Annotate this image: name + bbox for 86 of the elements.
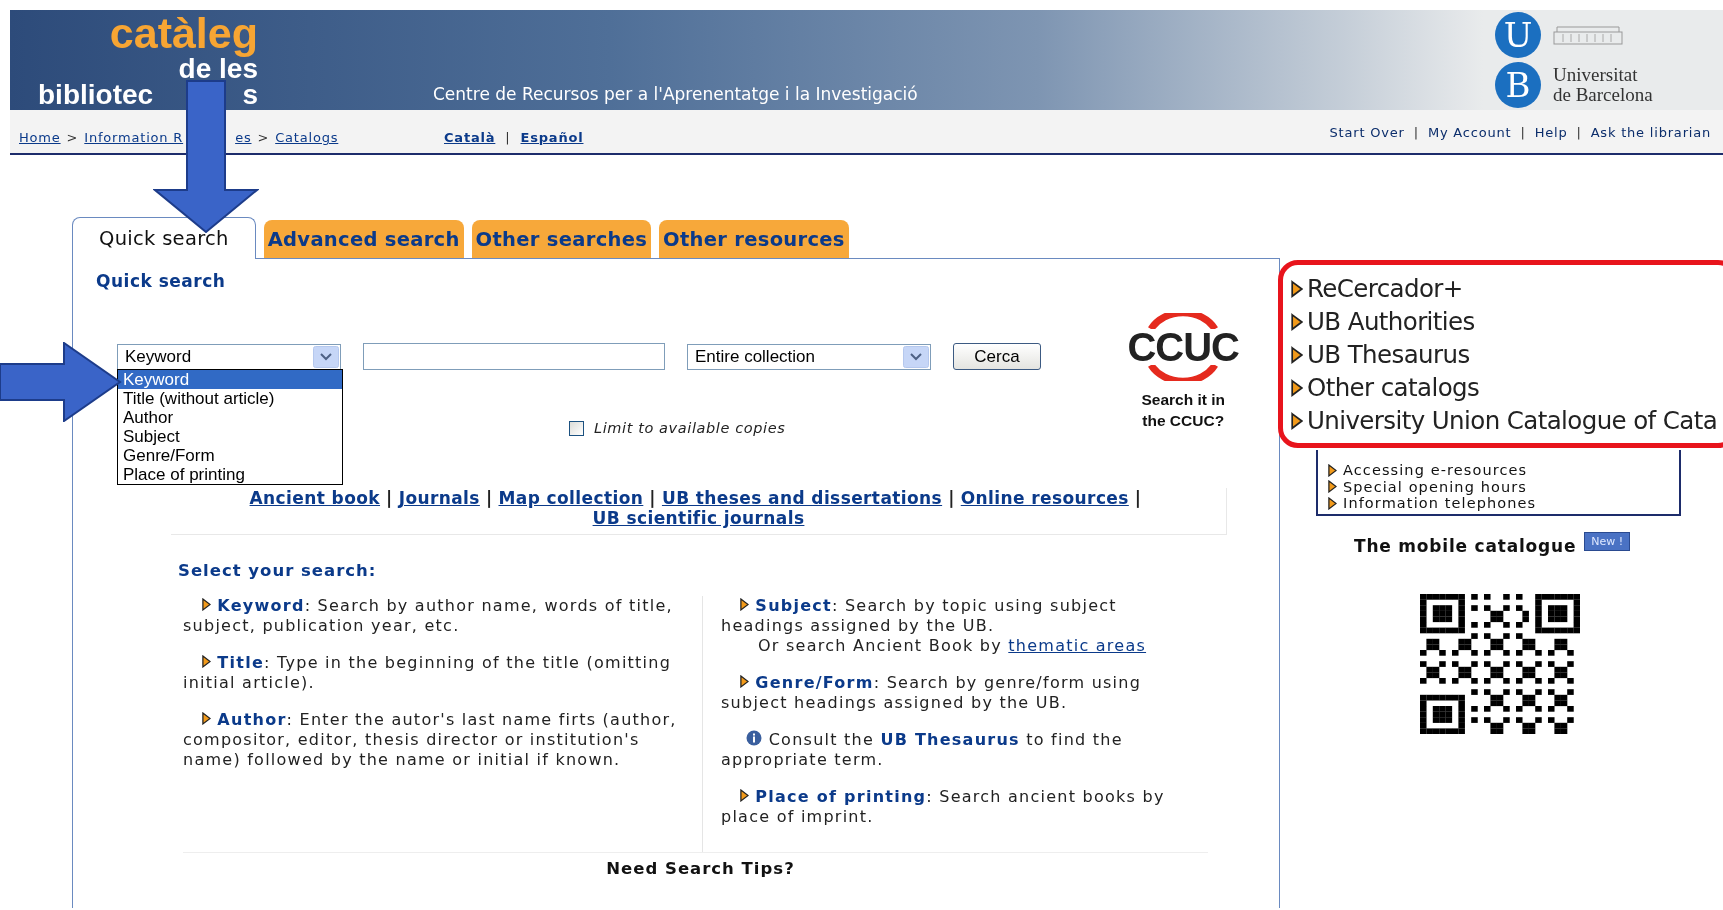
- logo-letter: B: [1495, 62, 1541, 108]
- separator: |: [386, 488, 393, 508]
- search-tips-heading: Need Search Tips?: [605, 859, 796, 878]
- triangle-bullet-icon: [740, 789, 749, 802]
- info-link[interactable]: Information telephones: [1328, 495, 1679, 512]
- search-tab[interactable]: Other resources: [659, 220, 849, 258]
- search-input[interactable]: [363, 343, 665, 370]
- catalog-logo-text: bibliotec: [38, 82, 154, 108]
- collection-link[interactable]: UB theses and dissertations: [661, 488, 943, 508]
- separator: |: [485, 488, 493, 508]
- banner-subtitle: Centre de Recursos per a l'Aprenentatge i la Investigació: [433, 84, 918, 104]
- dropdown-caret-icon: [313, 345, 339, 368]
- dropdown-caret-icon: [903, 345, 929, 368]
- resource-link[interactable]: UB Thesaurus: [1291, 338, 1723, 371]
- ccuc-logo-text: CCUC: [1127, 329, 1239, 365]
- collection-link[interactable]: Ancient book: [249, 488, 381, 508]
- mobile-catalogue-label: The mobile catalogue: [1354, 535, 1577, 556]
- scope-select[interactable]: Entire collection: [687, 343, 931, 370]
- top-link[interactable]: Start Over: [1329, 125, 1405, 140]
- logo-letter: U: [1495, 12, 1541, 58]
- search-type-description: Author: Enter the autor's last name firts (author, compositor, editor, thesis director or institution's name) followed by the name or initial if known.: [183, 710, 678, 770]
- triangle-bullet-icon: [202, 655, 211, 668]
- collection-link[interactable]: Map collection: [498, 488, 644, 508]
- triangle-bullet-icon: [740, 598, 749, 611]
- ccuc-caption: Search it in the CCUC?: [1140, 390, 1226, 431]
- top-link[interactable]: Ask the librarian: [1590, 125, 1711, 140]
- triangle-bullet-icon: [1328, 496, 1337, 510]
- triangle-bullet-icon: [1291, 411, 1303, 430]
- language-link[interactable]: Català: [444, 130, 496, 145]
- triangle-bullet-icon: [1328, 480, 1337, 494]
- breadcrumb-link[interactable]: Catalogs: [275, 130, 339, 145]
- catalog-logo-text: de les: [178, 56, 258, 82]
- triangle-bullet-icon: [1291, 279, 1303, 298]
- separator: |: [1520, 125, 1526, 140]
- language-link[interactable]: Español: [520, 130, 584, 145]
- separator: |: [505, 130, 511, 145]
- catalog-logo-text: catàleg: [109, 10, 258, 56]
- info-link[interactable]: Special opening hours: [1328, 478, 1679, 495]
- building-icon: [1553, 24, 1623, 46]
- search-type-description: Place of printing: Search ancient books by place of imprint.: [721, 787, 1166, 827]
- breadcrumb-link[interactable]: Home: [19, 130, 61, 145]
- triangle-bullet-icon: [202, 598, 211, 611]
- collection-link[interactable]: Journals: [398, 488, 480, 508]
- checkbox-label: Limit to available copies: [594, 420, 786, 436]
- resource-link[interactable]: ReCercador+: [1291, 272, 1723, 305]
- search-type-description: Genre/Form: Search by genre/form using subject headings assigned by the UB.: [721, 673, 1143, 713]
- triangle-bullet-icon: [1328, 463, 1337, 477]
- top-link[interactable]: Help: [1534, 125, 1568, 140]
- catalog-logo-text: s: [242, 82, 258, 108]
- search-type-description: Subject: Search by topic using subject headings assigned by the UB. Or search Ancient Book by thematic areas: [721, 596, 1148, 656]
- breadcrumb-separator: >: [66, 130, 79, 145]
- triangle-bullet-icon: [1291, 345, 1303, 364]
- separator: |: [649, 488, 656, 508]
- triangle-bullet-icon: [1291, 378, 1303, 397]
- info-link[interactable]: Accessing e-resources: [1328, 462, 1679, 479]
- search-tab[interactable]: Other searches: [471, 220, 652, 258]
- resource-link[interactable]: UB Authorities: [1291, 305, 1723, 338]
- collection-link[interactable]: Online resources: [960, 488, 1129, 508]
- breadcrumb-link[interactable]: es: [235, 130, 252, 145]
- panel-heading: Quick search: [96, 271, 227, 291]
- new-badge: New !: [1584, 532, 1631, 551]
- separator: |: [1413, 125, 1419, 140]
- search-type-description: Keyword: Search by author name, words of title, subject, publication year, etc.: [183, 596, 674, 636]
- triangle-bullet-icon: [202, 712, 211, 725]
- search-type-description: Title: Type in the beginning of the title (omitting initial article).: [183, 653, 673, 693]
- top-link[interactable]: My Account: [1427, 125, 1512, 140]
- breadcrumb-separator: >: [257, 130, 270, 145]
- breadcrumb-link[interactable]: Information R: [84, 130, 184, 145]
- thematic-areas-link[interactable]: thematic areas: [1008, 636, 1147, 655]
- separator: |: [948, 488, 955, 508]
- search-button[interactable]: Cerca: [953, 343, 1041, 370]
- search-note: Consult the UB Thesaurus to find the appropriate term.: [721, 730, 1124, 770]
- info-icon: [746, 730, 763, 746]
- dropdown-option[interactable]: Keyword: [118, 369, 342, 389]
- resource-link[interactable]: University Union Catalogue of Cata: [1291, 404, 1723, 437]
- separator: |: [1134, 488, 1142, 508]
- collection-link[interactable]: UB scientific journals: [592, 508, 805, 528]
- triangle-bullet-icon: [1291, 312, 1303, 331]
- university-name: Universitat de Barcelona: [1553, 65, 1654, 105]
- resource-link[interactable]: Other catalogs: [1291, 371, 1723, 404]
- search-tab[interactable]: Advanced search: [263, 220, 464, 258]
- section-heading: Select your search:: [178, 561, 378, 580]
- separator: |: [1576, 125, 1582, 140]
- triangle-bullet-icon: [740, 675, 749, 688]
- checkbox[interactable]: [569, 420, 584, 436]
- search-tab[interactable]: Quick search: [72, 217, 256, 259]
